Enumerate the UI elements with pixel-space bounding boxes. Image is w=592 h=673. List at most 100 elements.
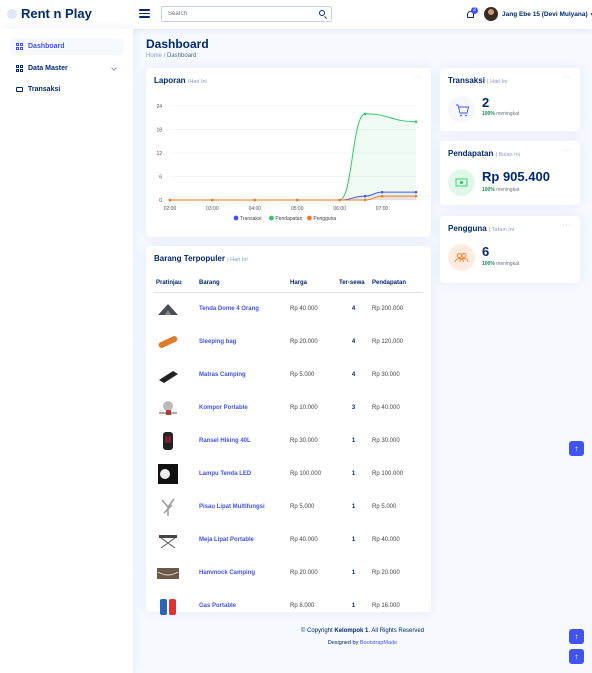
item-price: Rp 8.000 [290, 602, 315, 609]
stat-value: 2 [482, 95, 490, 110]
data-point [211, 198, 214, 202]
y-tick-label: 18 [156, 128, 162, 134]
item-income: Rp 30.000 [372, 371, 400, 378]
data-point [414, 194, 418, 198]
col-header-price: Harga [288, 274, 337, 293]
data-point [295, 198, 299, 202]
popular-items-table: Pratinjau Barang Harga Ter-sewa Pendapat… [154, 274, 423, 622]
item-price: Rp 5.000 [290, 503, 315, 510]
y-tick-label: 6 [159, 175, 162, 181]
popular-items-card: Barang Terpopuler | Hari Ini Pratinjau B… [146, 246, 431, 615]
item-price: Rp 10.000 [290, 404, 318, 411]
table-row: Hammock Camping Rp 20.000 1 Rp 20.000 [154, 556, 423, 589]
notification-bell-icon[interactable]: 2 [466, 7, 478, 19]
data-point [414, 120, 418, 123]
popular-period: | Hari Ini [227, 257, 248, 263]
item-price: Rp 20.000 [290, 338, 318, 345]
item-income: Rp 5.000 [372, 503, 397, 510]
cell-preview [154, 391, 197, 424]
item-income: Rp 40.000 [372, 404, 400, 411]
footer: © Copyright Kelompok 1. All Rights Reser… [133, 628, 592, 646]
report-card: Laporan /Hari Ini ··· 0 6 12 18 24 02:00 03:00… [146, 68, 431, 237]
more-options-icon[interactable]: ··· [563, 147, 572, 154]
tent-thumbnail [156, 299, 180, 319]
menu-toggle-icon[interactable] [139, 9, 150, 18]
breadcrumb-separator: / [163, 53, 166, 59]
item-name[interactable]: Gas Portable [197, 589, 288, 622]
stat-value: Rp 905.400 [482, 169, 550, 184]
table-thumbnail [156, 530, 180, 550]
legend-marker [269, 215, 274, 221]
legend-marker [307, 215, 312, 221]
search-icon[interactable] [319, 10, 325, 16]
y-tick-label: 0 [159, 198, 162, 204]
x-tick-label: 04:00 [249, 206, 262, 212]
designer-link[interactable]: BootstrapMade [360, 640, 397, 646]
breadcrumb-home[interactable]: Home [146, 53, 162, 59]
user-menu-toggle[interactable]: Jang Ebe 15 (Devi Mulyana)▼ [502, 11, 592, 18]
item-name[interactable]: Matras Camping [197, 358, 288, 391]
item-name[interactable]: Ransel Hiking 40L [197, 424, 288, 457]
sidebar-item-label: Data Master [28, 65, 68, 72]
chevron-down-icon [111, 65, 117, 71]
stat-card-pendapatan: Pendapatan | Bulan Ini ··· Rp 905.400 10… [440, 141, 580, 205]
item-name[interactable]: Tenda Dome 4 Orang [197, 292, 288, 325]
sidebar-item-dashboard[interactable]: Dashboard [10, 38, 124, 55]
item-name[interactable]: Hammock Camping [197, 556, 288, 589]
item-rented: 1 [351, 437, 356, 444]
notification-badge: 2 [471, 7, 478, 14]
back-to-top-button[interactable]: ↑ [569, 649, 584, 664]
search-input[interactable] [162, 7, 302, 21]
more-options-icon[interactable]: ··· [563, 222, 572, 229]
avatar[interactable] [484, 7, 498, 21]
people-icon [448, 244, 475, 271]
item-income: Rp 30.000 [372, 437, 400, 444]
stat-title: Pengguna | Tahun Ini [448, 224, 515, 233]
legend-label: Pengguna [313, 216, 336, 222]
item-rented: 1 [351, 536, 356, 543]
item-income: Rp 200.000 [372, 305, 404, 312]
table-row: Pisau Lipat Multifungsi Rp 5.000 1 Rp 5.000 [154, 490, 423, 523]
stat-change: 100% meningkat [482, 111, 520, 117]
grid-icon [16, 43, 23, 50]
item-income: Rp 120.000 [372, 338, 404, 345]
back-to-top-button[interactable]: ↑ [569, 629, 584, 644]
copyright-text: © Copyright Kelompok 1. All Rights Reser… [300, 628, 425, 634]
stove-thumbnail [156, 398, 180, 418]
cell-preview [154, 358, 197, 391]
item-name[interactable]: Meja Lipat Portable [197, 523, 288, 556]
sidebar-item-label: Dashboard [28, 43, 65, 50]
knife-thumbnail [156, 497, 180, 517]
top-header: Rent n Play 2 Jang Ebe 15 (Devi Mulyana)… [0, 0, 592, 29]
item-price: Rp 100.000 [290, 470, 322, 477]
data-point [363, 112, 367, 116]
item-name[interactable]: Kompor Portable [197, 391, 288, 424]
cell-preview [154, 457, 197, 490]
data-point [338, 198, 341, 202]
col-header-preview: Pratinjau [154, 274, 197, 293]
sidebar-item-data-master[interactable]: Data Master [10, 60, 124, 77]
sidebar-item-transaksi[interactable]: Transaksi [10, 81, 124, 98]
item-price: Rp 5.000 [290, 371, 315, 378]
more-options-icon[interactable]: ··· [563, 74, 572, 81]
item-name[interactable]: Pisau Lipat Multifungsi [197, 490, 288, 523]
search-bar [161, 6, 332, 22]
designed-by: Designed by BootstrapMade [327, 640, 398, 646]
item-name[interactable]: Lampu Tenda LED [197, 457, 288, 490]
gas-thumbnail [156, 596, 180, 616]
stat-value: 6 [482, 244, 490, 259]
item-name[interactable]: Sleeping bag [197, 325, 288, 358]
x-tick-label: 05:00 [291, 206, 304, 212]
col-header-income: Pendapatan [370, 274, 423, 293]
table-row: Kompor Portable Rp 10.000 3 Rp 40.000 [154, 391, 423, 424]
x-tick-label: 03:00 [206, 206, 219, 212]
bag-thumbnail [156, 332, 180, 352]
brand-logo[interactable]: Rent n Play [7, 6, 92, 21]
table-row: Meja Lipat Portable Rp 40.000 1 Rp 40.000 [154, 523, 423, 556]
item-rented: 1 [351, 470, 356, 477]
item-rented: 1 [351, 602, 356, 609]
item-rented: 4 [351, 338, 356, 345]
item-income: Rp 40.000 [372, 536, 400, 543]
back-to-top-button[interactable]: ↑ [569, 441, 584, 456]
breadcrumb-current: Dashboard [167, 53, 197, 59]
